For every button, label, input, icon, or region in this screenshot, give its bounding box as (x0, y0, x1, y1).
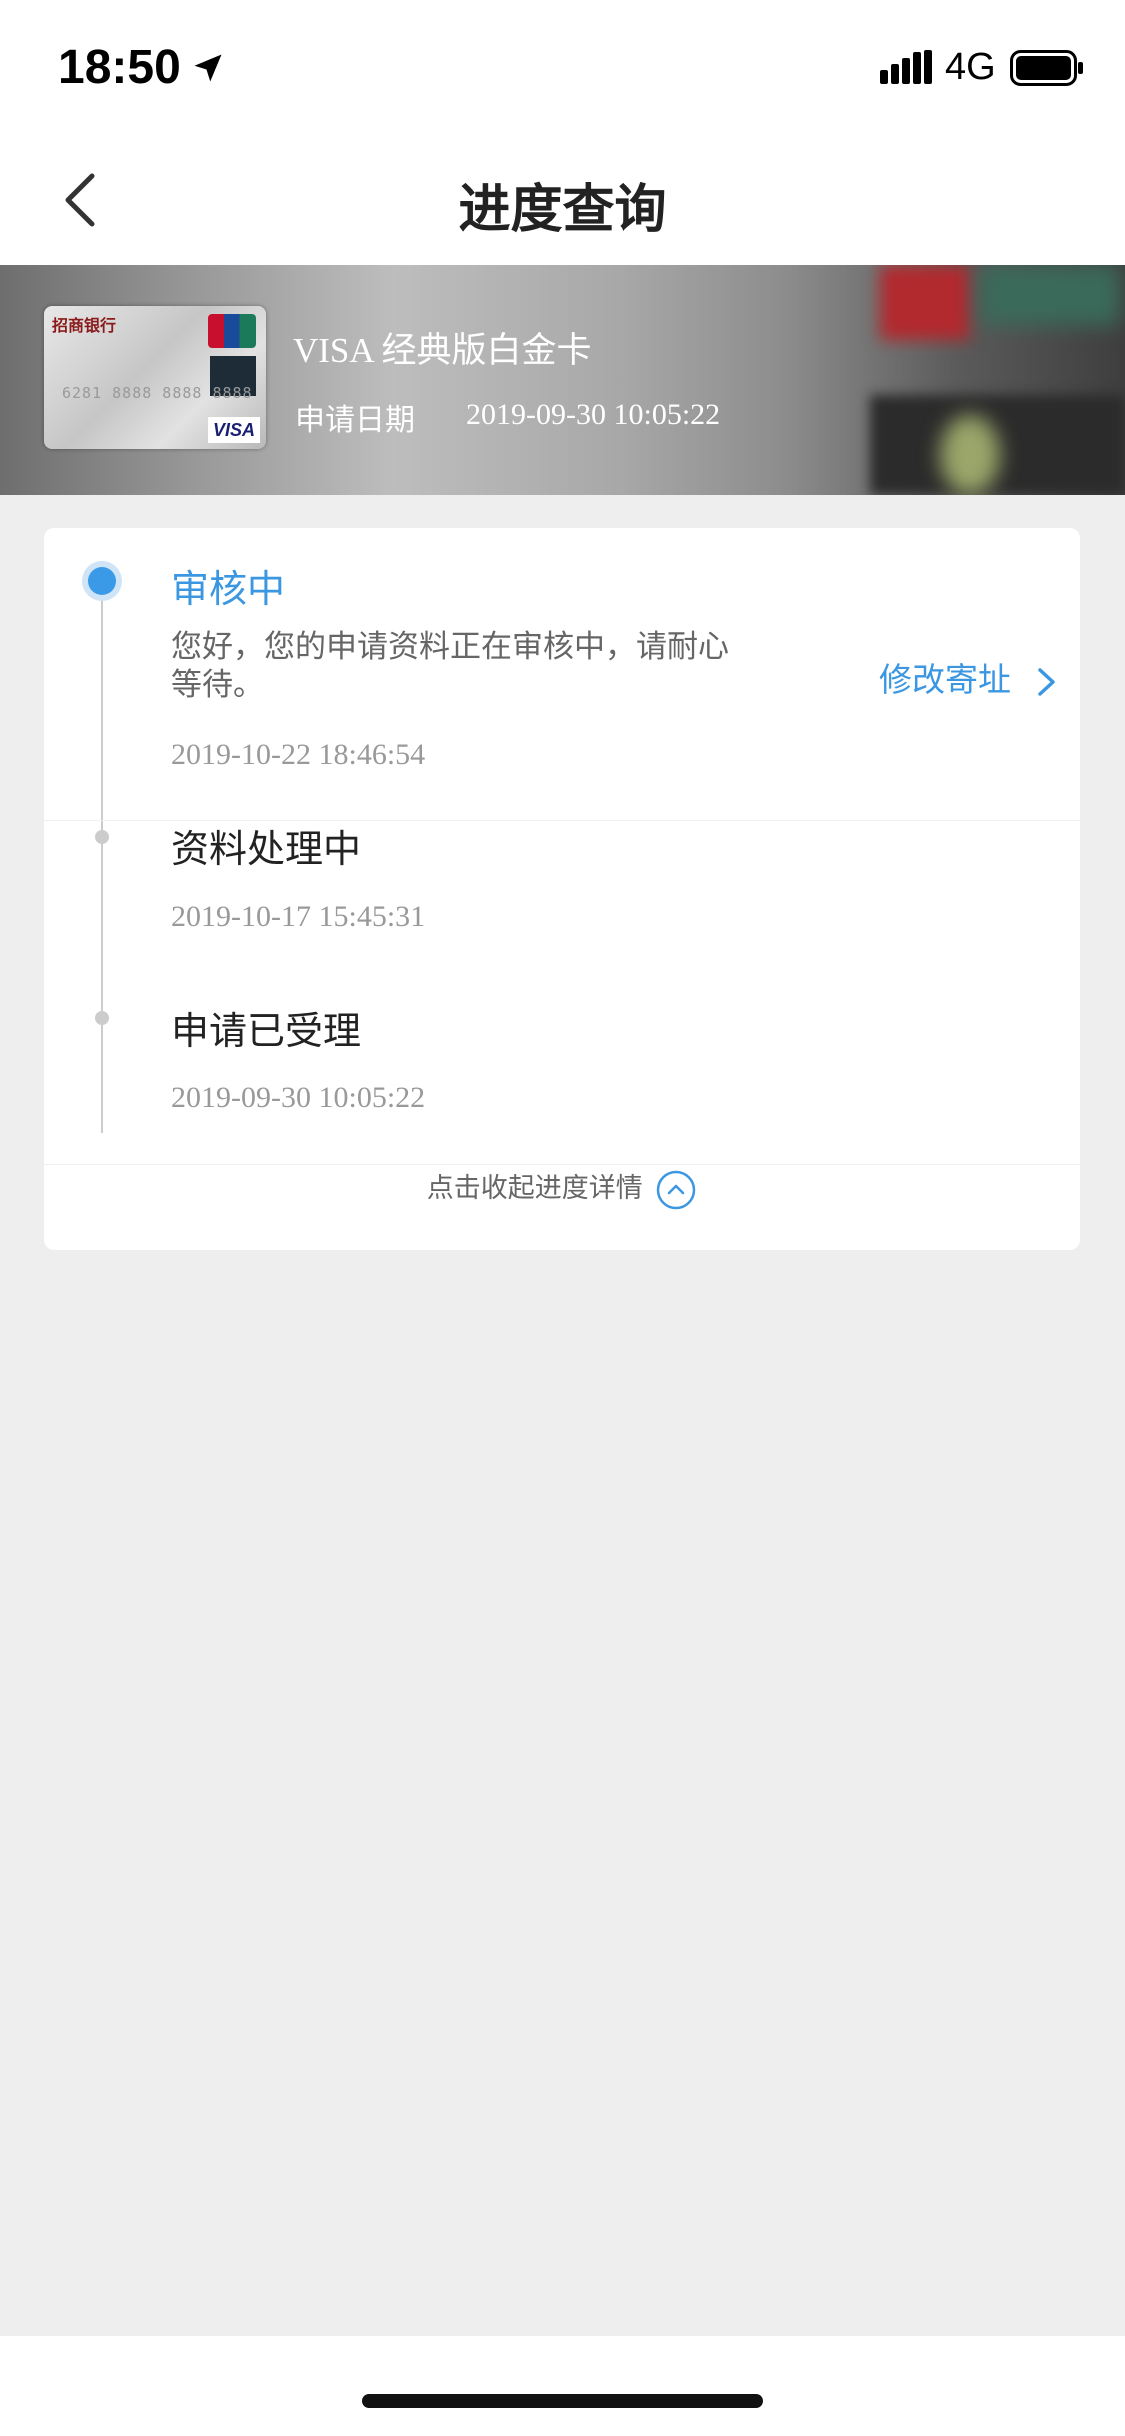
apply-date-label: 申请日期 (295, 403, 415, 438)
bottom-safe-area (0, 2336, 1125, 2436)
step-time: 2019-10-22 18:46:54 (171, 738, 426, 771)
step-title: 资料处理中 (171, 827, 362, 871)
status-time: 18:50 (58, 41, 181, 94)
chevron-up-circle-icon (657, 1170, 696, 1209)
timeline-dot-inner (88, 567, 116, 595)
location-arrow-icon (194, 54, 222, 82)
apply-date-value: 2019-09-30 10:05:22 (466, 398, 721, 431)
unionpay-logo-icon (208, 314, 256, 348)
home-indicator[interactable] (362, 2394, 763, 2408)
card-image: 招商银行 6281 8888 8888 8888 VISA (44, 306, 266, 449)
battery-icon (1010, 50, 1083, 86)
timeline-dot-active (82, 561, 122, 601)
card-number: 6281 8888 8888 8888 (62, 384, 253, 402)
collapse-details-label: 点击收起进度详情 (426, 1173, 643, 1204)
timeline-dot (95, 830, 109, 844)
modify-address-link[interactable]: 修改寄址 (879, 653, 1058, 701)
nav-bar: 进度查询 (0, 135, 1125, 266)
modify-address-label: 修改寄址 (879, 660, 1011, 699)
network-label: 4G (945, 46, 996, 88)
status-bar: 18:50 4G (0, 0, 1125, 135)
step-time: 2019-10-17 15:45:31 (171, 900, 426, 933)
banner-background (940, 415, 1000, 495)
timeline-dot (95, 1011, 109, 1025)
card-bank-logo: 招商银行 (52, 316, 117, 335)
collapse-details-button[interactable]: 点击收起进度详情 (44, 1166, 1080, 1211)
step-title: 申请已受理 (171, 1009, 362, 1053)
step-title: 审核中 (171, 567, 286, 611)
progress-panel: 审核中 您好，您的申请资料正在审核中，请耐心等待。 2019-10-22 18:… (44, 528, 1080, 1250)
step-description: 您好，您的申请资料正在审核中，请耐心等待。 (171, 629, 729, 703)
chevron-right-icon (1037, 667, 1055, 696)
banner-background (880, 265, 970, 340)
page-title: 进度查询 (458, 180, 667, 240)
banner-background (980, 265, 1120, 325)
visa-logo: VISA (208, 417, 260, 443)
timeline-line (101, 588, 103, 1133)
card-name: VISA 经典版白金卡 (293, 331, 592, 370)
divider (44, 1164, 1080, 1165)
card-banner: 招商银行 6281 8888 8888 8888 VISA VISA 经典版白金… (0, 265, 1125, 495)
step-time: 2019-09-30 10:05:22 (171, 1081, 426, 1114)
signal-icon (880, 50, 932, 84)
